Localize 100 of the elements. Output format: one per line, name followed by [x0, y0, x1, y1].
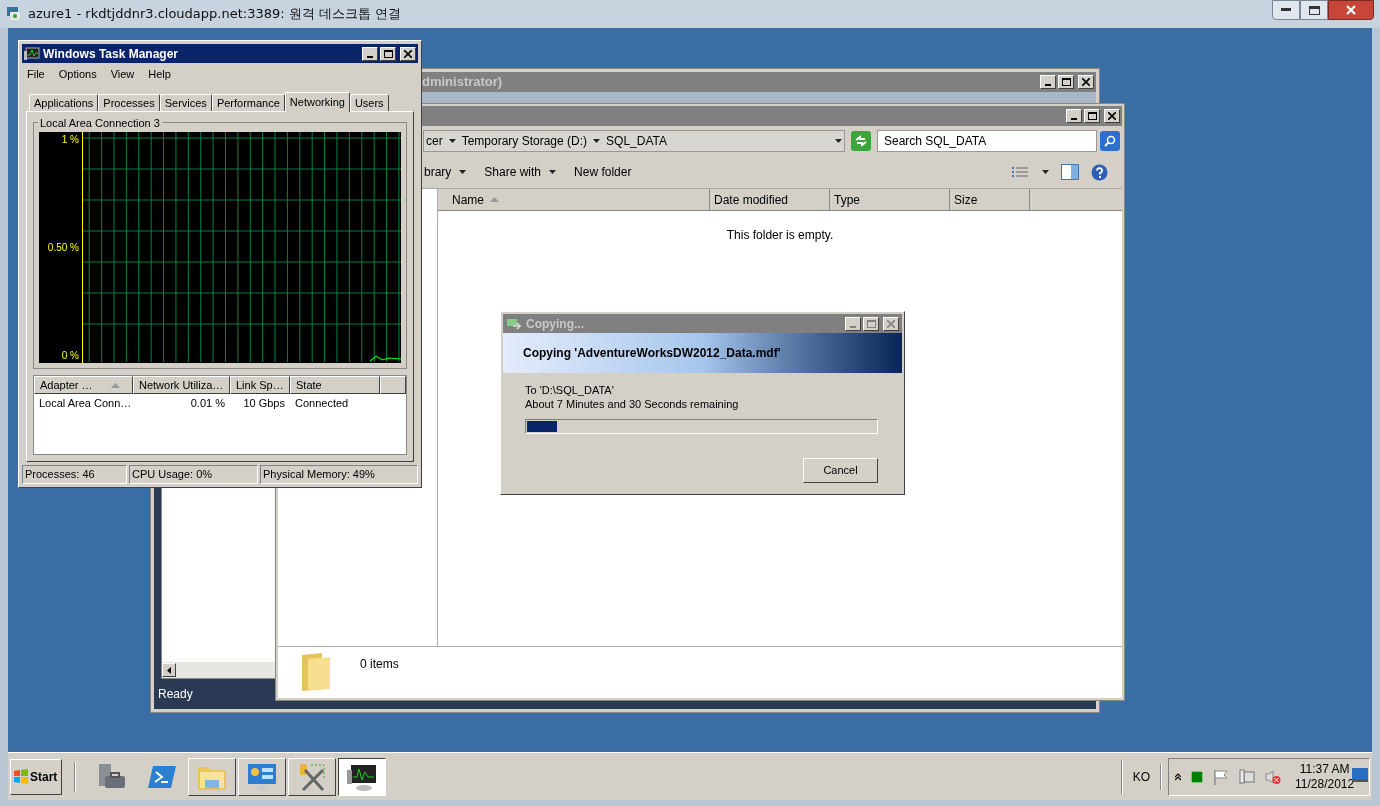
- status-text: Ready: [158, 686, 193, 703]
- maximize-icon: [383, 49, 393, 58]
- search-field[interactable]: Search SQL_DATA: [877, 130, 1097, 152]
- toolbar-menu[interactable]: Share with: [484, 163, 557, 181]
- close-icon: [1108, 112, 1116, 120]
- control-panel-icon: [246, 761, 278, 792]
- toolbar-menu[interactable]: New folder: [574, 163, 632, 181]
- tab[interactable]: Services: [159, 94, 212, 111]
- axis-label: 0 %: [61, 349, 79, 363]
- sort-arrow-icon: [111, 383, 120, 388]
- time-remaining-text: About 7 Minutes and 30 Seconds remaining: [525, 397, 740, 411]
- folder-icon: [300, 651, 332, 693]
- pane-icon: [1061, 164, 1079, 180]
- language-indicator[interactable]: KO: [1128, 767, 1154, 786]
- speaker-muted-icon: [1265, 768, 1281, 785]
- column-header[interactable]: Size: [950, 189, 1030, 210]
- minimize-icon: [367, 55, 373, 58]
- chevron-up-icon: [1175, 772, 1181, 781]
- column-header[interactable]: Link Sp…: [230, 376, 290, 394]
- tab[interactable]: Users: [349, 94, 389, 111]
- maximize-icon: [866, 319, 876, 328]
- sort-arrow-icon: [490, 197, 499, 202]
- clock-date: 11/28/2012: [1295, 776, 1355, 792]
- cancel-button[interactable]: Cancel: [803, 458, 878, 483]
- clock-time: 11:37 AM: [1299, 761, 1350, 777]
- maximize-icon: [1061, 78, 1071, 86]
- table-cell-text: Connected: [294, 395, 350, 411]
- start-button[interactable]: Start: [10, 758, 62, 795]
- column-header[interactable]: Adapter …: [34, 376, 133, 394]
- search-icon: [1104, 135, 1116, 147]
- item-count: 0 items: [360, 656, 399, 673]
- windows-logo-icon: [13, 769, 29, 784]
- maximize-icon: [1308, 5, 1320, 15]
- tab[interactable]: Networking: [284, 92, 350, 112]
- toolbar-menu[interactable]: brary: [424, 163, 467, 181]
- table-cell-text: 10 Gbps: [242, 395, 286, 411]
- maximize-button[interactable]: [1300, 0, 1328, 20]
- column-header[interactable]: Name: [438, 189, 710, 210]
- minimize-icon: [1045, 84, 1051, 86]
- minimize-icon: [850, 325, 856, 328]
- network-icon: [1239, 768, 1255, 785]
- breadcrumb-item[interactable]: SQL_DATA: [606, 132, 667, 150]
- menu-item[interactable]: Help: [148, 65, 171, 83]
- empty-folder-message: This folder is empty.: [726, 227, 834, 244]
- tools-icon: [297, 761, 327, 792]
- caret-icon: [1042, 170, 1049, 174]
- flag-icon: [1213, 768, 1229, 785]
- address-bar[interactable]: cer Temporary Storage (D:) SQL_DATA: [423, 130, 845, 152]
- refresh-icon: [854, 135, 868, 147]
- help-icon: [1091, 163, 1108, 181]
- view-options-button[interactable]: [1012, 166, 1049, 178]
- column-header[interactable]: Type: [830, 189, 950, 210]
- status-field: CPU Usage: 0%: [129, 465, 258, 484]
- list-view-icon: [1012, 166, 1028, 178]
- show-desktop-icon: [1352, 768, 1368, 782]
- minimize-button[interactable]: [1272, 0, 1300, 20]
- search-button[interactable]: [1100, 131, 1120, 151]
- window-title: azure1 - rkdtjddnr3.cloudapp.net:3389: 원격 데스크톱 연결: [28, 5, 402, 24]
- window-title: dministrator): [422, 73, 503, 92]
- task-manager-icon: [24, 46, 40, 61]
- close-icon: [404, 49, 412, 58]
- close-icon: [1346, 5, 1356, 15]
- minimize-icon: [1281, 8, 1291, 12]
- dialog-heading: Copying 'AdventureWorksDW2012_Data.mdf': [523, 345, 781, 362]
- tab[interactable]: Applications: [29, 94, 99, 111]
- refresh-button[interactable]: [851, 131, 871, 151]
- tab[interactable]: Performance: [211, 94, 285, 111]
- column-header[interactable]: State: [290, 376, 380, 394]
- copy-icon: [506, 317, 522, 330]
- remote-desktop-icon: [6, 6, 22, 22]
- column-header[interactable]: Date modified: [710, 189, 830, 210]
- help-button[interactable]: [1091, 163, 1108, 181]
- menu-item[interactable]: File: [27, 65, 45, 83]
- window-title: Windows Task Manager: [43, 45, 179, 63]
- breadcrumb-item[interactable]: Temporary Storage (D:): [461, 132, 588, 150]
- minimize-icon: [1071, 118, 1077, 120]
- table-cell-text: Local Area Conn…: [38, 395, 133, 411]
- axis-label: 0.50 %: [47, 241, 79, 255]
- breadcrumb-caret-icon: [593, 139, 601, 143]
- preview-pane-button[interactable]: [1061, 164, 1079, 180]
- menu-item[interactable]: View: [110, 65, 135, 83]
- table-cell-text: 0.01 %: [189, 395, 226, 411]
- menu-item[interactable]: Options: [58, 65, 97, 83]
- arrow-left-icon: [167, 666, 171, 674]
- status-field: Processes: 46: [22, 465, 127, 484]
- status-field: Physical Memory: 49%: [260, 465, 418, 484]
- close-icon: [887, 319, 895, 328]
- scroll-left-button[interactable]: [162, 663, 176, 677]
- caret-icon: [459, 170, 467, 174]
- breadcrumb-item[interactable]: cer: [426, 132, 443, 150]
- caret-icon: [549, 170, 557, 174]
- column-header[interactable]: Network Utiliza…: [133, 376, 230, 394]
- close-button[interactable]: [1328, 0, 1374, 20]
- tab[interactable]: Processes: [98, 94, 160, 111]
- window-title: Copying...: [526, 315, 584, 333]
- destination-text: To 'D:\SQL_DATA': [525, 383, 615, 397]
- maximize-icon: [1087, 112, 1097, 120]
- history-caret-icon: [835, 139, 842, 143]
- taskbar-app-button[interactable]: [338, 757, 386, 796]
- axis-label: 1 %: [61, 133, 79, 147]
